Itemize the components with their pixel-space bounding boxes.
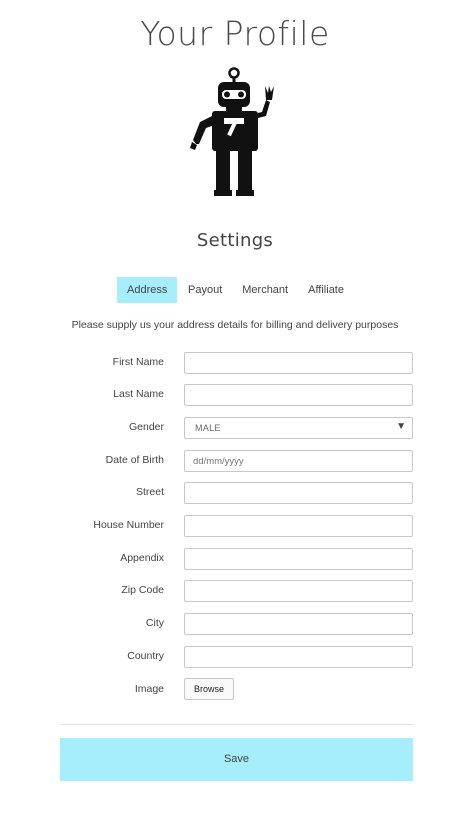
tab-merchant[interactable]: Merchant: [232, 277, 298, 303]
appendix-row: Appendix: [0, 548, 470, 570]
form-divider: [60, 724, 413, 725]
tab-address[interactable]: Address: [117, 277, 177, 303]
tab-affiliate[interactable]: Affiliate: [298, 277, 354, 303]
country-field[interactable]: [184, 646, 413, 668]
country-row: Country: [0, 646, 470, 668]
country-label: Country: [127, 650, 164, 662]
first-name-field[interactable]: [184, 352, 413, 374]
browse-button[interactable]: Browse: [184, 678, 234, 700]
save-button[interactable]: Save: [60, 738, 413, 781]
first-name-label: First Name: [112, 356, 164, 368]
last-name-label: Last Name: [113, 388, 164, 400]
house-number-field[interactable]: [184, 515, 413, 537]
gender-label: Gender: [128, 421, 164, 433]
city-row: City: [0, 613, 470, 635]
last-name-row: Last Name: [0, 384, 470, 406]
settings-tabs: Address Payout Merchant Affiliate: [117, 277, 354, 303]
appendix-field[interactable]: [184, 548, 413, 570]
first-name-row: First Name: [0, 352, 470, 374]
dropdown-arrow-icon: ▼: [396, 421, 406, 432]
intro-text: Please supply us your address details fo…: [71, 319, 399, 331]
gender-select[interactable]: MALE ▼: [184, 417, 413, 439]
house-number-row: House Number: [0, 515, 470, 537]
section-title: Settings: [196, 230, 274, 251]
street-label: Street: [135, 486, 164, 498]
tab-payout[interactable]: Payout: [177, 277, 232, 303]
city-field[interactable]: [184, 613, 413, 635]
date-of-birth-field[interactable]: [184, 450, 413, 472]
image-row: Image Browse: [0, 678, 470, 701]
image-label: Image: [134, 683, 164, 695]
last-name-field[interactable]: [184, 384, 413, 406]
street-row: Street: [0, 482, 470, 504]
page-title: Your Profile: [140, 14, 330, 53]
house-number-label: House Number: [93, 519, 164, 531]
zip-code-row: Zip Code: [0, 580, 470, 602]
gender-selected-value: MALE: [195, 423, 221, 433]
zip-code-field[interactable]: [184, 580, 413, 602]
gender-row: Gender MALE ▼: [0, 417, 470, 439]
city-label: City: [145, 617, 164, 629]
date-of-birth-label: Date of Birth: [105, 454, 164, 466]
appendix-label: Appendix: [120, 552, 164, 564]
street-field[interactable]: [184, 482, 413, 504]
date-of-birth-row: Date of Birth: [0, 450, 470, 472]
robot-waving-icon: [186, 66, 284, 200]
zip-code-label: Zip Code: [121, 584, 164, 596]
